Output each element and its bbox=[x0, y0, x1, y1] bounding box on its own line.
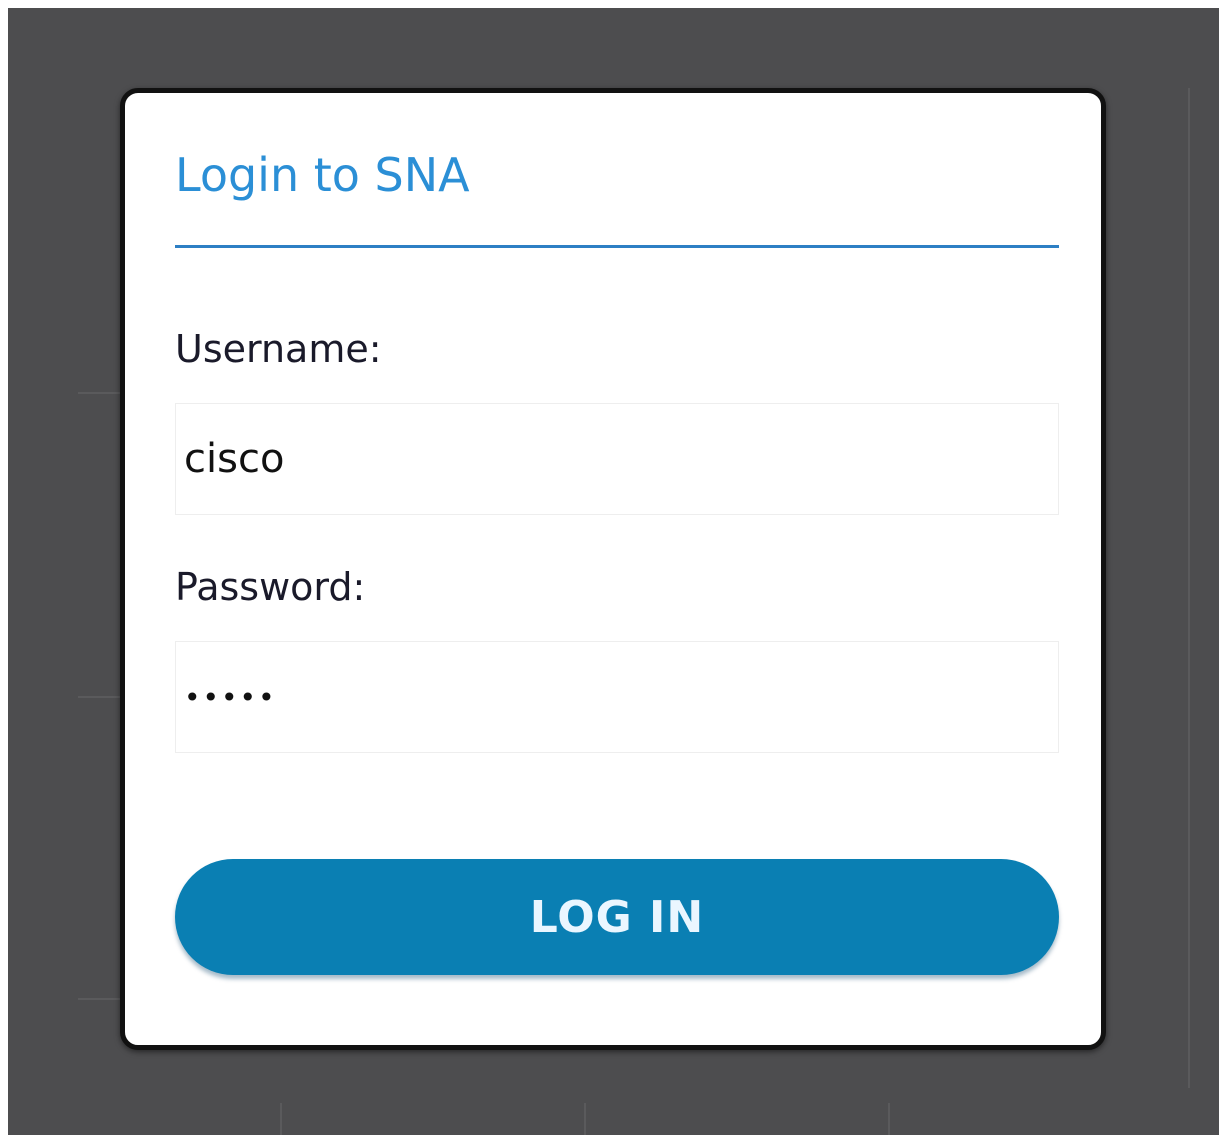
login-button[interactable]: LOG IN bbox=[175, 859, 1059, 975]
password-input[interactable] bbox=[175, 641, 1059, 753]
background-divider bbox=[280, 1103, 282, 1135]
username-label: Username: bbox=[175, 327, 382, 371]
background-divider bbox=[1188, 88, 1190, 1088]
password-label: Password: bbox=[175, 565, 366, 609]
background-divider bbox=[888, 1103, 890, 1135]
title-divider bbox=[175, 245, 1059, 248]
login-dialog: Login to SNA Username: Password: LOG IN bbox=[120, 88, 1106, 1050]
background-divider bbox=[584, 1103, 586, 1135]
dialog-title: Login to SNA bbox=[175, 148, 470, 202]
username-input[interactable] bbox=[175, 403, 1059, 515]
